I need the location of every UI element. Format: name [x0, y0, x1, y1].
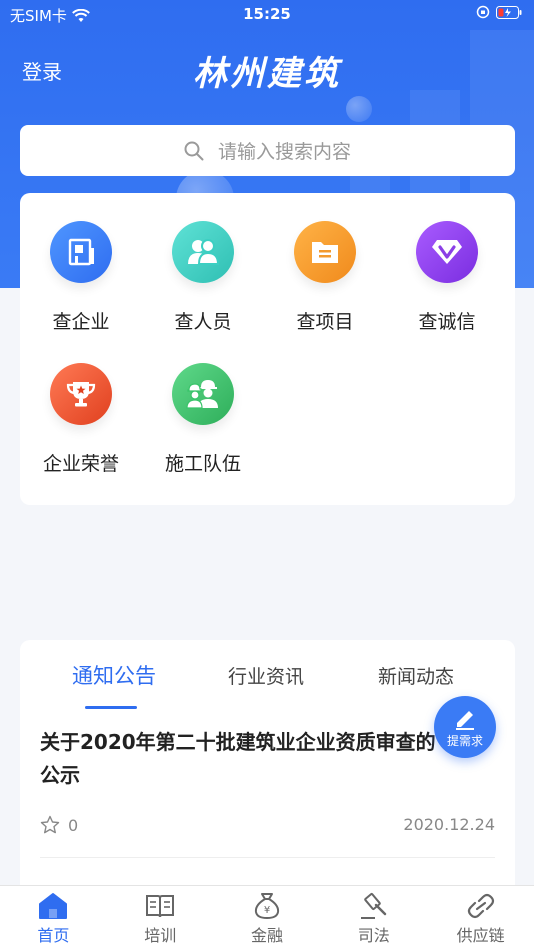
post-demand-button[interactable]: 提需求	[434, 696, 496, 758]
grid-item-label: 企业荣誉	[42, 453, 119, 475]
search-input[interactable]: 请输入搜索内容	[20, 125, 515, 176]
trophy-icon	[66, 382, 96, 407]
news-meta: 0 2020.12.24	[40, 815, 495, 835]
status-bar: 无SIM卡 15:25	[0, 0, 534, 30]
people-icon	[188, 239, 219, 265]
grid-item-company[interactable]: 查企业	[20, 221, 142, 334]
tab-label: 司法	[357, 926, 390, 945]
function-grid: 查企业 查人员 查项目 查诚信 企业荣誉 施工队伍	[20, 193, 515, 505]
pencil-icon	[456, 710, 474, 730]
star-icon[interactable]	[40, 815, 60, 835]
grid-item-label: 查人员	[174, 311, 232, 333]
grid-item-teams[interactable]: 施工队伍	[142, 363, 264, 476]
orientation-lock-icon	[476, 5, 490, 19]
active-tab-indicator	[85, 706, 137, 709]
battery-icon	[496, 5, 522, 19]
tab-label: 金融	[250, 926, 283, 945]
grid-item-personnel[interactable]: 查人员	[142, 221, 264, 334]
status-time: 15:25	[243, 5, 291, 23]
bottom-tab-bar: 首页 培训 ¥ 金融 司法 供应链	[0, 885, 534, 950]
tab-home[interactable]: 首页	[0, 886, 107, 950]
tab-news[interactable]: 新闻动态	[378, 662, 454, 689]
workers-icon	[186, 380, 218, 409]
book-icon	[146, 895, 175, 918]
search-icon	[184, 141, 204, 160]
tab-label: 供应链	[456, 926, 505, 945]
link-icon	[467, 893, 494, 919]
grid-item-label: 查项目	[296, 311, 354, 333]
news-card: 通知公告 行业资讯 新闻动态 关于2020年第二十批建筑业企业资质审查的公示 0…	[20, 640, 515, 900]
divider	[40, 857, 495, 858]
tab-notices[interactable]: 通知公告	[72, 660, 156, 690]
grid-item-label: 查企业	[52, 311, 110, 333]
v-badge-icon	[432, 240, 462, 264]
tab-label: 首页	[37, 926, 70, 945]
grid-item-label: 施工队伍	[164, 453, 241, 475]
news-date: 2020.12.24	[403, 815, 495, 834]
news-tabs: 通知公告 行业资讯 新闻动态	[20, 660, 515, 709]
fab-label: 提需求	[446, 733, 483, 748]
svg-text:¥: ¥	[264, 905, 270, 916]
grid-item-credit[interactable]: 查诚信	[386, 221, 508, 334]
grid-item-project[interactable]: 查项目	[264, 221, 386, 334]
tab-judicial[interactable]: 司法	[320, 886, 427, 950]
money-bag-icon: ¥	[254, 893, 280, 920]
folder-icon	[312, 242, 338, 263]
grid-item-honor[interactable]: 企业荣誉	[20, 363, 142, 476]
news-headline[interactable]: 关于2020年第二十批建筑业企业资质审查的公示	[40, 726, 450, 792]
page-title: 林州建筑	[193, 54, 341, 94]
tab-finance[interactable]: ¥ 金融	[214, 886, 321, 950]
tab-supply-chain[interactable]: 供应链	[427, 886, 534, 950]
tab-label: 培训	[144, 926, 177, 945]
gavel-icon	[360, 893, 386, 919]
search-placeholder: 请输入搜索内容	[217, 141, 351, 163]
building-icon	[68, 238, 94, 266]
home-icon	[39, 893, 68, 919]
tab-training[interactable]: 培训	[107, 886, 214, 950]
like-count: 0	[68, 815, 79, 835]
tab-industry[interactable]: 行业资讯	[228, 662, 304, 689]
grid-item-label: 查诚信	[418, 311, 476, 333]
